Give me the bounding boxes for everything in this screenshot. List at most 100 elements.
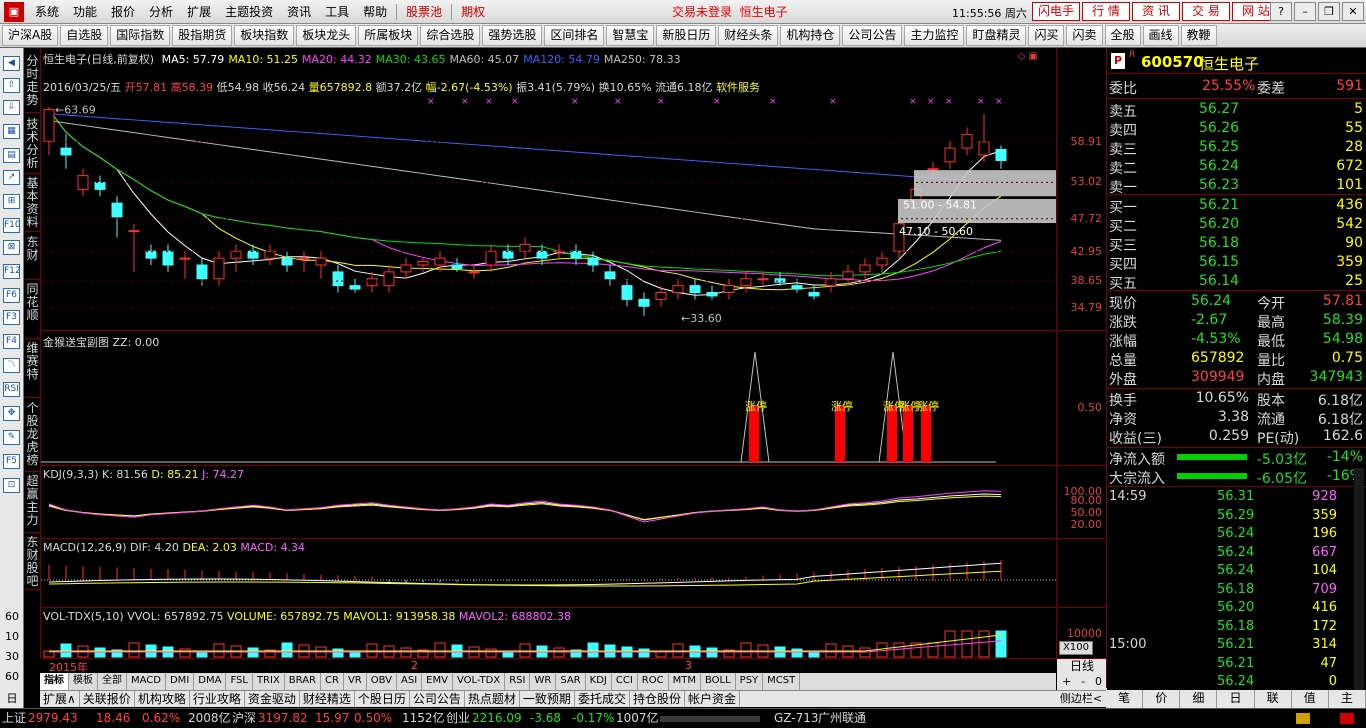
bottom-tab-4[interactable]: 资金驱动 — [245, 691, 300, 707]
alert-icon[interactable] — [1340, 713, 1354, 724]
indicator-tab-23[interactable]: PSY — [736, 673, 764, 690]
chart-pane[interactable]: 恒生电子(日线,前复权) MA5: 57.79 MA10: 51.25 MA20: … — [40, 48, 1057, 674]
candle-body[interactable] — [400, 264, 412, 273]
leftbar-icon-4[interactable]: ▤ — [3, 148, 20, 163]
candle-body[interactable] — [774, 278, 786, 283]
toolbar-button-5[interactable]: 板块龙头 — [296, 25, 357, 46]
candle-body[interactable] — [417, 261, 429, 266]
menu-item-5[interactable]: 主题投资 — [218, 1, 280, 23]
bottom-tab-8[interactable]: 热点题材 — [465, 691, 520, 707]
candle-body[interactable] — [791, 285, 803, 290]
toolbar-button-13[interactable]: 机构持仓 — [780, 25, 841, 46]
leftbar-tab-2[interactable]: 基本资料 — [25, 177, 40, 232]
zoom-in-icon[interactable]: + — [1062, 675, 1071, 688]
quote-tab-0[interactable]: 笔 — [1106, 690, 1144, 708]
candle-body[interactable] — [451, 264, 463, 269]
toolbar-button-21[interactable]: 教鞭 — [1180, 25, 1217, 46]
toolbar-button-16[interactable]: 盯盘精灵 — [966, 25, 1027, 46]
indicator-tab-19[interactable]: CCI — [612, 673, 638, 690]
leftbar-icon-14[interactable]: RSI — [3, 382, 20, 397]
bottom-tab-1[interactable]: 关联报价 — [80, 691, 135, 707]
menu-item-8[interactable]: 帮助 — [356, 1, 394, 23]
candle-body[interactable] — [298, 257, 310, 260]
indicator-tab-13[interactable]: EMV — [422, 673, 453, 690]
indicator-tab-6[interactable]: FSL — [226, 673, 253, 690]
menu-item-4[interactable]: 扩展 — [180, 1, 218, 23]
toolbar-button-4[interactable]: 板块指数 — [234, 25, 295, 46]
toolbar-button-3[interactable]: 股指期货 — [172, 25, 233, 46]
quote-tab-2[interactable]: 细 — [1180, 690, 1218, 708]
leftbar-period-1[interactable]: 10 — [0, 630, 24, 643]
indicator-tab-20[interactable]: ROC — [638, 673, 669, 690]
leftbar-icon-15[interactable]: ✥ — [3, 406, 20, 421]
quote-tab-1[interactable]: 价 — [1143, 690, 1181, 708]
indicator-tab-1[interactable]: 模板 — [69, 673, 98, 690]
app-logo-icon[interactable]: ▣ — [4, 1, 24, 22]
candle-body[interactable] — [757, 278, 769, 281]
indicator-tab-17[interactable]: SAR — [556, 673, 586, 690]
candle-body[interactable] — [281, 257, 293, 266]
candle-body[interactable] — [808, 292, 820, 297]
leftbar-icon-17[interactable]: F5 — [3, 454, 20, 469]
candle-body[interactable] — [672, 285, 684, 293]
menu-item-7[interactable]: 工具 — [318, 1, 356, 23]
leftbar-icon-18[interactable]: ⊡ — [3, 478, 20, 493]
candle-body[interactable] — [859, 264, 871, 273]
toolbar-button-17[interactable]: 闪买 — [1028, 25, 1065, 46]
leftbar-tab-7[interactable]: 超赢主力 — [25, 475, 40, 533]
indicator-tab-24[interactable]: MCST — [763, 673, 801, 690]
candle-body[interactable] — [60, 147, 72, 156]
candle-body[interactable] — [94, 182, 106, 190]
leftbar-icon-13[interactable]: 〽 — [3, 358, 20, 373]
candle-body[interactable] — [315, 257, 327, 266]
candle-body[interactable] — [519, 243, 531, 252]
leftbar-tab-3[interactable]: 东财 — [25, 236, 40, 280]
toolbar-button-9[interactable]: 区间排名 — [544, 25, 605, 46]
menu-item-2[interactable]: 报价 — [104, 1, 142, 23]
candle-body[interactable] — [689, 285, 701, 293]
candle-body[interactable] — [111, 202, 123, 218]
leftbar-period-2[interactable]: 30 — [0, 650, 24, 663]
bottom-tab-5[interactable]: 财经精选 — [300, 691, 355, 707]
toolbar-button-0[interactable]: 沪深A股 — [2, 25, 59, 46]
leftbar-period-0[interactable]: 60 — [0, 610, 24, 623]
close-icon[interactable]: ✕ — [1342, 2, 1364, 21]
candle-body[interactable] — [961, 133, 973, 149]
indicator-tab-21[interactable]: MTM — [669, 673, 701, 690]
leftbar-icon-16[interactable]: ✎ — [3, 430, 20, 445]
candle-body[interactable] — [995, 149, 1007, 161]
candle-body[interactable] — [349, 285, 361, 290]
menu-options[interactable]: 期权 — [454, 1, 492, 23]
reset-icon[interactable]: 0 — [1095, 675, 1102, 688]
vol-unit-button[interactable]: X100 — [1059, 641, 1093, 655]
toolbar-button-10[interactable]: 智慧宝 — [606, 25, 655, 46]
candle-body[interactable] — [145, 250, 157, 259]
leftbar-icon-11[interactable]: F3 — [3, 310, 20, 325]
candle-body[interactable] — [196, 264, 208, 280]
menu-item-1[interactable]: 功能 — [66, 1, 104, 23]
toolbar-button-11[interactable]: 新股日历 — [656, 25, 717, 46]
bottom-tab-6[interactable]: 个股日历 — [355, 691, 410, 707]
candle-body[interactable] — [43, 109, 55, 142]
candle-body[interactable] — [604, 271, 616, 280]
candle-body[interactable] — [230, 250, 242, 259]
trade-button[interactable]: 交 易 — [1182, 2, 1230, 21]
candle-body[interactable] — [247, 250, 259, 259]
toolbar-button-19[interactable]: 全般 — [1104, 25, 1141, 46]
candle-body[interactable] — [468, 271, 480, 274]
leftbar-tab-6[interactable]: 个股龙虎榜 — [25, 402, 40, 472]
restore-icon[interactable]: ❐ — [1318, 2, 1340, 21]
indicator-tab-9[interactable]: CR — [321, 673, 344, 690]
candle-body[interactable] — [264, 250, 276, 259]
leftbar-icon-5[interactable]: ↗ — [3, 170, 20, 185]
leftbar-icon-12[interactable]: F4 — [3, 334, 20, 349]
candlestick-chart[interactable]: 51.00 - 54.81 47.10 - 50.60 ←63.69 ←33.60 × ×… — [41, 48, 1057, 330]
toolbar-button-1[interactable]: 自选股 — [60, 25, 109, 46]
indicator-tab-14[interactable]: VOL-TDX — [453, 673, 506, 690]
candle-body[interactable] — [570, 250, 582, 259]
toolbar-button-15[interactable]: 主力监控 — [904, 25, 965, 46]
candle-body[interactable] — [655, 292, 667, 300]
indicator-tab-7[interactable]: TRIX — [253, 673, 285, 690]
leftbar-tab-5[interactable]: 维赛特 — [25, 342, 40, 398]
bottom-tab-12[interactable]: 帐户资金 — [685, 691, 740, 707]
